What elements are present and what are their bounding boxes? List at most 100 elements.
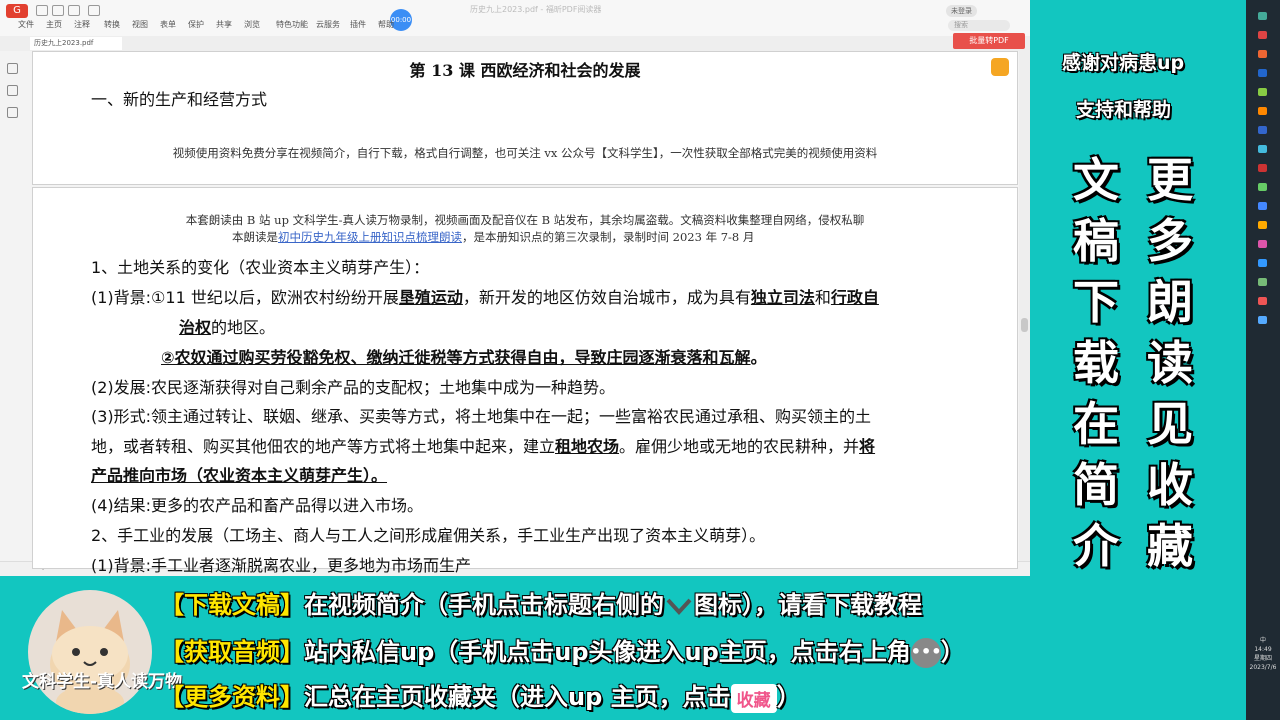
- banner-tag: 【获取音频】: [160, 638, 304, 666]
- pdf-page-top: 第 13 课 西欧经济和社会的发展 一、新的生产和经营方式 视频使用资料免费分享…: [32, 51, 1018, 185]
- vertical-char: 朗: [1147, 275, 1193, 329]
- text-run: 地，或者转租、购买其他佃农的地产等方式将土地集中起来，建立: [91, 437, 556, 456]
- taskbar-app-icon[interactable]: [1258, 183, 1267, 191]
- banner-text: 图标），请看下载教程: [694, 591, 922, 619]
- menu-item[interactable]: 主页: [46, 19, 62, 30]
- scroll-thumb[interactable]: [1021, 318, 1028, 332]
- favorites-button: 收藏: [730, 683, 777, 713]
- taskbar-app-icon[interactable]: [1258, 50, 1267, 58]
- login-button[interactable]: 未登录: [946, 5, 977, 17]
- recording-note: 本套朗读由 B 站 up 文科学生-真人读万物录制，视频画面及配音仪在 B 站发…: [185, 213, 865, 227]
- menu-item[interactable]: 保护: [188, 19, 204, 30]
- batch-convert-pdf-button[interactable]: 批量转PDF: [953, 33, 1025, 49]
- clock-weekday: 星期四: [1253, 655, 1272, 662]
- vertical-text-more: 更多朗读见收藏: [1140, 150, 1200, 577]
- pages-icon[interactable]: [7, 85, 18, 96]
- keyword: 独立司法: [750, 288, 815, 307]
- ime-indicator[interactable]: 中: [1248, 636, 1278, 645]
- banner-tag: 【下载文稿】: [160, 591, 304, 619]
- banner-text: ）: [776, 683, 801, 711]
- taskbar-app-icon[interactable]: [1258, 145, 1267, 153]
- menu-item[interactable]: 表单: [160, 19, 176, 30]
- taskbar-app-icon[interactable]: [1258, 69, 1267, 77]
- text-run: 的地区。: [211, 318, 276, 337]
- taskbar-app-icon[interactable]: [1258, 126, 1267, 134]
- keyword: 租地农场: [555, 437, 620, 456]
- text-line: 地，或者转租、购买其他佃农的地产等方式将土地集中起来，建立租地农场。雇佣少地或无…: [91, 433, 875, 457]
- text-run: 。雇佣少地或无地的农民耕种，并: [619, 437, 860, 456]
- vertical-char: 藏: [1147, 519, 1193, 573]
- text-line: ②农奴通过购买劳役豁免权、缴纳迁徙税等方式获得自由，导致庄园逐渐衰落和瓦解。: [161, 344, 767, 368]
- menu-item[interactable]: 浏览: [244, 19, 260, 30]
- print-icon[interactable]: [68, 5, 80, 16]
- taskbar-app-icon[interactable]: [1258, 12, 1267, 20]
- vertical-scrollbar[interactable]: [1019, 51, 1030, 561]
- channel-brand: 文科学生-真人读万物: [22, 672, 183, 692]
- taskbar-app-icon[interactable]: [1258, 31, 1267, 39]
- text-line: 1、土地关系的变化（农业资本主义萌芽产生）：: [91, 258, 430, 277]
- open-icon[interactable]: [36, 5, 48, 16]
- taskbar-app-icon[interactable]: [1258, 202, 1267, 210]
- pdf-page-content: 本套朗读由 B 站 up 文科学生-真人读万物录制，视频画面及配音仪在 B 站发…: [32, 187, 1018, 575]
- lightbulb-icon[interactable]: [991, 58, 1009, 76]
- taskbar-app-icon[interactable]: [1258, 88, 1267, 96]
- vertical-char: 收: [1147, 458, 1193, 512]
- section-title: 一、新的生产和经营方式: [91, 90, 268, 109]
- taskbar-app-icon[interactable]: [1258, 259, 1267, 267]
- save-icon[interactable]: [52, 5, 64, 16]
- menu-item[interactable]: 插件: [350, 19, 366, 30]
- text-line: (2)发展:农民逐渐获得对自己剩余产品的支配权；土地集中成为一种趋势。: [91, 378, 616, 397]
- menu-item[interactable]: 文件: [18, 19, 34, 30]
- menu-item[interactable]: 共享: [216, 19, 232, 30]
- vertical-char: 读: [1147, 336, 1193, 390]
- taskbar-app-icon[interactable]: [1258, 278, 1267, 286]
- comment-icon[interactable]: [7, 107, 18, 118]
- search-input[interactable]: 搜索: [948, 20, 1010, 31]
- app-logo[interactable]: G: [6, 4, 28, 18]
- lesson-title: 第 13 课 西欧经济和社会的发展: [409, 61, 641, 80]
- menu-item[interactable]: 帮助: [378, 19, 394, 30]
- vertical-char: 更: [1147, 153, 1193, 207]
- banner-text: ）: [940, 638, 965, 666]
- menu-item[interactable]: 特色功能: [276, 19, 308, 30]
- taskbar-app-icon[interactable]: [1258, 240, 1267, 248]
- tab-bar: [0, 36, 1030, 51]
- thanks-line-2: 支持和帮助: [1076, 99, 1172, 121]
- taskbar-app-icon[interactable]: [1258, 297, 1267, 305]
- menu-item[interactable]: 注释: [74, 19, 90, 30]
- share-note: 视频使用资料免费分享在视频简介，自行下载，格式自行调整，也可关注 vx 公众号【…: [172, 146, 878, 160]
- bookmark-icon[interactable]: [7, 63, 18, 74]
- keyword: ②农奴通过购买劳役豁免权、缴纳迁徙税等方式获得自由，导致庄园逐渐衰落和瓦解: [161, 348, 751, 367]
- document-tab[interactable]: 历史九上2023.pdf: [30, 37, 122, 50]
- menu-item[interactable]: 转换: [104, 19, 120, 30]
- vertical-char: 稿: [1073, 214, 1119, 268]
- text-line: 产品推向市场（农业资本主义萌芽产生）。: [91, 466, 388, 485]
- keyword: 将: [859, 437, 876, 456]
- vertical-char: 简: [1073, 458, 1119, 512]
- banner-line-audio: 【获取音频】站内私信up（手机点击up头像进入up主页，点击右上角•••）: [160, 632, 965, 668]
- text-run: 。: [750, 348, 767, 367]
- vertical-char: 多: [1147, 214, 1193, 268]
- chat-bubble-icon: •••: [910, 638, 941, 668]
- undo-icon[interactable]: [88, 5, 100, 16]
- menu-item[interactable]: 云服务: [316, 19, 340, 30]
- text-line: 2、手工业的发展（工场主、商人与工人之间形成雇佣关系，手工业生产出现了资本主义萌…: [91, 526, 766, 545]
- banner-text: 汇总在主页收藏夹（进入up 主页，点击: [304, 683, 731, 711]
- clock-time: 14:49: [1254, 646, 1272, 653]
- keyword: 垦殖运动: [398, 288, 463, 307]
- taskbar-app-icon[interactable]: [1258, 164, 1267, 172]
- taskbar-clock[interactable]: 中 14:49 星期四 2023/7/6: [1248, 636, 1278, 672]
- taskbar-app-icon[interactable]: [1258, 221, 1267, 229]
- banner-text: 站内私信up（手机点击up头像进入up主页，点击右上角: [304, 638, 911, 666]
- menu-item[interactable]: 视图: [132, 19, 148, 30]
- vertical-char: 在: [1073, 397, 1119, 451]
- text-run: ，新开发的地区仿效自治城市，成为具有: [462, 288, 751, 307]
- taskbar-app-icon[interactable]: [1258, 316, 1267, 324]
- text-line: (1)背景:手工业者逐渐脱离农业，更多地为市场而生产: [91, 556, 472, 575]
- note-link[interactable]: 初中历史九年级上册知识点梳理朗读: [278, 230, 462, 244]
- text-line: 治权的地区。: [179, 314, 275, 338]
- taskbar-app-icon[interactable]: [1258, 107, 1267, 115]
- cat-plush-image: [50, 610, 130, 714]
- chevron-down-icon: [666, 598, 692, 615]
- thanks-line-1: 感谢对病患up: [1062, 52, 1185, 74]
